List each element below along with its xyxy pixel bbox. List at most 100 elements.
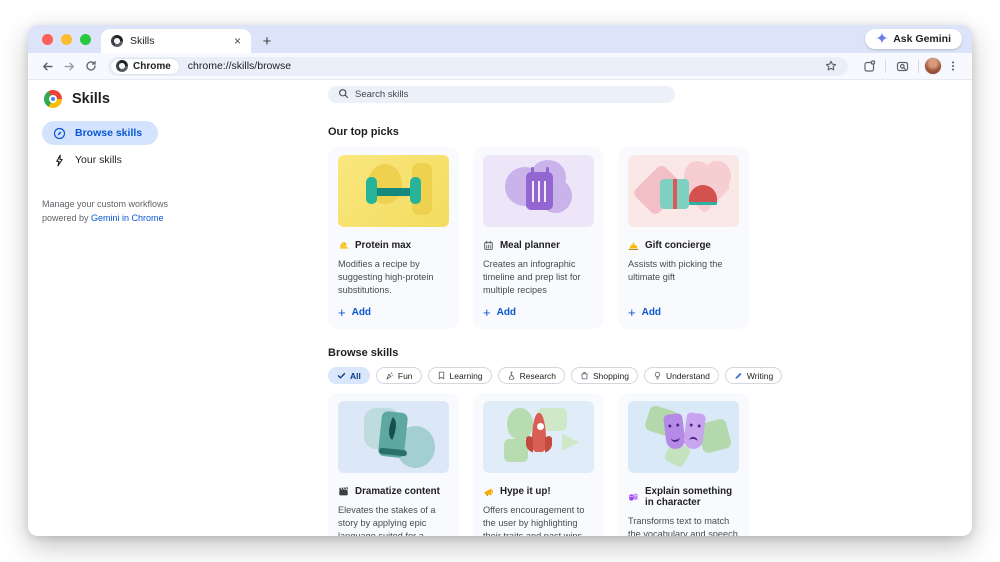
reload-icon[interactable] [80, 55, 102, 77]
card-illustration [628, 155, 739, 227]
card-description: Elevates the stakes of a story by applyi… [338, 505, 436, 536]
tab-close-icon[interactable]: × [232, 35, 243, 47]
card-illustration [628, 401, 739, 474]
card-title-row: Meal planner [483, 240, 594, 251]
cards-grid: Protein max Modifies a recipe by suggesti… [328, 147, 972, 330]
search-input[interactable] [355, 89, 665, 100]
sidebar-item-label: Your skills [75, 154, 122, 166]
browser-menu-icon[interactable] [942, 55, 964, 77]
plus-icon: + [338, 305, 346, 321]
add-label: Add [641, 307, 662, 319]
illustration-shape [526, 172, 553, 211]
party-icon [385, 371, 394, 380]
illustration-shape [689, 185, 717, 206]
gemini-in-chrome-link[interactable]: Gemini in Chrome [91, 213, 164, 223]
close-window-button[interactable] [42, 33, 53, 45]
skill-card: Explain something in character Transforms… [618, 393, 749, 536]
search-icon [338, 86, 349, 104]
add-label: Add [351, 307, 372, 319]
pen-icon [734, 371, 743, 380]
card-illustration [338, 155, 449, 227]
sidebar-item-label: Browse skills [75, 127, 143, 139]
skills-page: Skills Browse skills Your skills Manage … [28, 80, 972, 536]
card-title: Meal planner [500, 240, 560, 251]
forward-icon[interactable] [58, 55, 80, 77]
sidebar-footer: Manage your custom workflows powered by … [42, 198, 202, 226]
sidebar-item-browse-skills[interactable]: Browse skills [42, 121, 159, 145]
tab-search-icon[interactable] [891, 55, 913, 77]
new-tab-button[interactable]: + [255, 29, 279, 53]
plus-icon: + [628, 305, 636, 321]
ask-gemini-button[interactable]: Ask Gemini [865, 29, 962, 49]
filter-chip-label: All [350, 370, 361, 381]
illustration-shape [532, 412, 546, 452]
card-title: Explain something in character [645, 486, 733, 509]
section-heading: Browse skills [328, 347, 399, 360]
card-illustration [483, 155, 594, 227]
section-heading: Our top picks [328, 126, 399, 138]
filter-chip-research[interactable]: Research [497, 367, 566, 385]
skill-card: Gift concierge Assists with picking the u… [618, 147, 749, 330]
masks-icon [628, 492, 639, 503]
illustration-shape [410, 177, 422, 205]
back-icon[interactable] [36, 55, 58, 77]
chrome-color-logo-icon [44, 90, 62, 108]
bookmark-star-icon[interactable] [822, 57, 840, 75]
sidebar: Skills Browse skills Your skills Manage … [28, 80, 328, 535]
toolbar-divider [918, 59, 919, 73]
footer-text: Manage your custom workflows [42, 199, 169, 209]
card-description: Transforms text to match the vocabulary … [628, 516, 738, 536]
footer-text-prefix: powered by [42, 212, 92, 223]
card-title-row: Hype it up! [483, 486, 594, 497]
filter-chip-shopping[interactable]: Shopping [571, 367, 638, 385]
illustration-shape [530, 167, 534, 176]
filter-chip-label: Fun [397, 370, 413, 381]
illustration-shape [662, 413, 686, 450]
card-title-row: Protein max [338, 240, 449, 251]
skill-card: Hype it up! Offers encouragement to the u… [473, 393, 604, 536]
gemini-sparkle-icon [876, 31, 889, 47]
plus-icon: + [483, 305, 491, 321]
address-bar[interactable]: Chrome chrome://skills/browse [108, 56, 848, 76]
chrome-badge: Chrome [111, 58, 179, 74]
sections-container: Our top picks Protein max Modifies a recip… [328, 126, 972, 536]
extensions-icon[interactable] [858, 55, 880, 77]
bell-icon [628, 240, 639, 251]
url-text[interactable]: chrome://skills/browse [188, 60, 822, 72]
chrome-logo-icon [116, 60, 128, 72]
ask-gemini-label: Ask Gemini [893, 33, 951, 45]
illustration-shape [561, 433, 580, 451]
sidebar-item-your-skills[interactable]: Your skills [42, 148, 138, 172]
check-icon [337, 371, 346, 380]
main-content: Our top picks Protein max Modifies a recip… [328, 80, 972, 536]
filter-chip-writing[interactable]: Writing [724, 367, 783, 385]
card-description: Modifies a recipe by suggesting high-pro… [338, 259, 434, 296]
filter-chip-label: Writing [746, 370, 774, 381]
maximize-window-button[interactable] [80, 33, 91, 45]
illustration-shape [365, 177, 377, 205]
cards-grid: Dramatize content Elevates the stakes of … [328, 393, 972, 536]
search-bar[interactable] [328, 86, 675, 103]
tab-skills[interactable]: Skills × [101, 29, 251, 53]
card-title: Protein max [355, 240, 412, 251]
bag-icon [580, 371, 589, 380]
filter-chip-fun[interactable]: Fun [375, 367, 422, 385]
minimize-window-button[interactable] [61, 33, 72, 45]
filter-chip-all[interactable]: All [328, 367, 370, 385]
skill-card: Meal planner Creates an infographic timel… [473, 147, 604, 330]
window-controls [28, 25, 101, 53]
flask-icon [507, 371, 516, 380]
chrome-badge-label: Chrome [133, 60, 171, 72]
filter-chip-understand[interactable]: Understand [643, 367, 719, 385]
browser-toolbar: Chrome chrome://skills/browse [28, 53, 972, 80]
add-skill-button[interactable]: + Add [483, 297, 594, 319]
add-skill-button[interactable]: + Add [628, 297, 739, 319]
filter-chip-learning[interactable]: Learning [427, 367, 492, 385]
muscle-icon [338, 240, 349, 251]
add-skill-button[interactable]: + Add [338, 297, 449, 319]
book-icon [437, 371, 446, 380]
card-title-row: Explain something in character [628, 486, 739, 508]
card-illustration [338, 401, 449, 474]
tab-title: Skills [130, 35, 155, 47]
profile-avatar[interactable] [924, 57, 942, 75]
